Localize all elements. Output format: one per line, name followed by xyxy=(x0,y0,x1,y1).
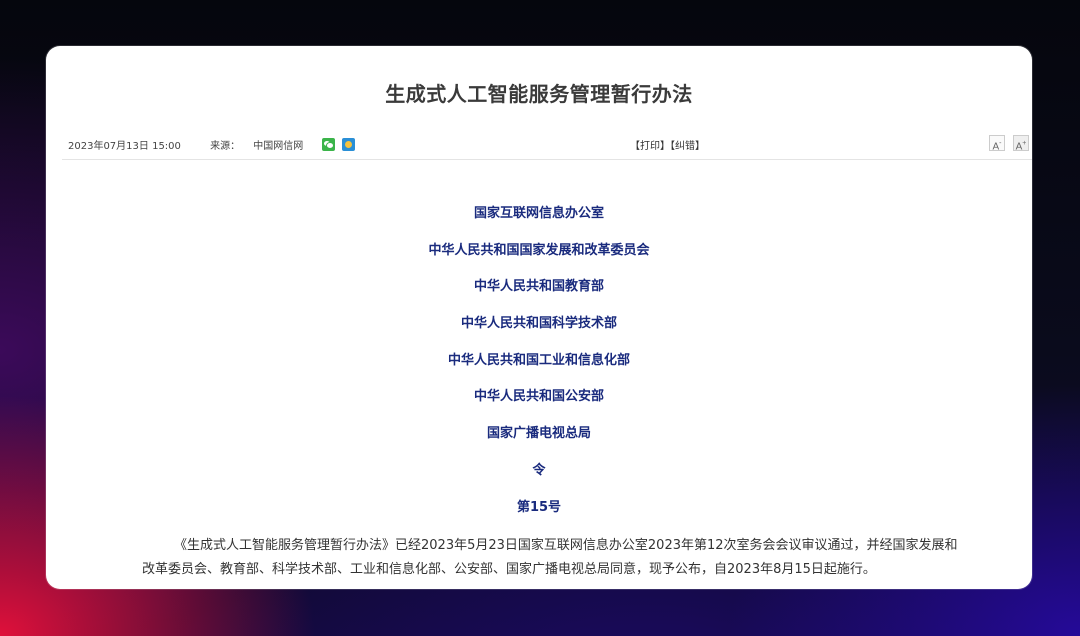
article-meta: 2023年07月13日 15:00 来源： 中国网信网 xyxy=(68,137,358,152)
print-link[interactable]: 【打印】 xyxy=(630,141,670,152)
article-card: 生成式人工智能服务管理暂行办法 2023年07月13日 15:00 来源： 中国… xyxy=(46,46,1032,589)
weibo-share-icon[interactable] xyxy=(341,138,355,151)
font-smaller-sup: - xyxy=(999,140,1002,147)
issuer-line: 中华人民共和国科学技术部 xyxy=(460,316,617,332)
issuer-list: 国家互联网信息办公室 中华人民共和国国家发展和改革委员会 中华人民共和国教育部 … xyxy=(46,205,1032,535)
print-correction-links: 【打印】【纠错】 xyxy=(630,137,705,152)
source-name: 中国网信网 xyxy=(253,141,304,152)
article-title: 生成式人工智能服务管理暂行办法 xyxy=(385,82,693,106)
issuer-line: 国家广播电视总局 xyxy=(486,426,591,442)
decree-label: 令 xyxy=(532,462,546,478)
meta-divider xyxy=(62,159,1032,160)
issuer-line: 中华人民共和国公安部 xyxy=(473,389,604,405)
font-larger-button[interactable]: A+ xyxy=(1013,135,1029,152)
issuer-line: 国家互联网信息办公室 xyxy=(473,206,604,221)
source-label: 来源： xyxy=(210,141,241,152)
font-smaller-button[interactable]: A- xyxy=(989,135,1005,152)
publish-date: 2023年07月13日 15:00 xyxy=(68,141,181,152)
correction-link[interactable]: 【纠错】 xyxy=(670,141,705,152)
wechat-share-icon[interactable] xyxy=(322,138,336,151)
issuer-line: 中华人民共和国工业和信息化部 xyxy=(447,352,630,368)
body-paragraph: 《生成式人工智能服务管理暂行办法》已经2023年5月23日国家互联网信息办公室2… xyxy=(142,538,958,577)
decree-number: 第15号 xyxy=(516,499,562,515)
issuer-line: 中华人民共和国教育部 xyxy=(473,279,604,295)
issuer-line: 中华人民共和国国家发展和改革委员会 xyxy=(428,242,650,258)
font-larger-sup: + xyxy=(1022,140,1027,147)
